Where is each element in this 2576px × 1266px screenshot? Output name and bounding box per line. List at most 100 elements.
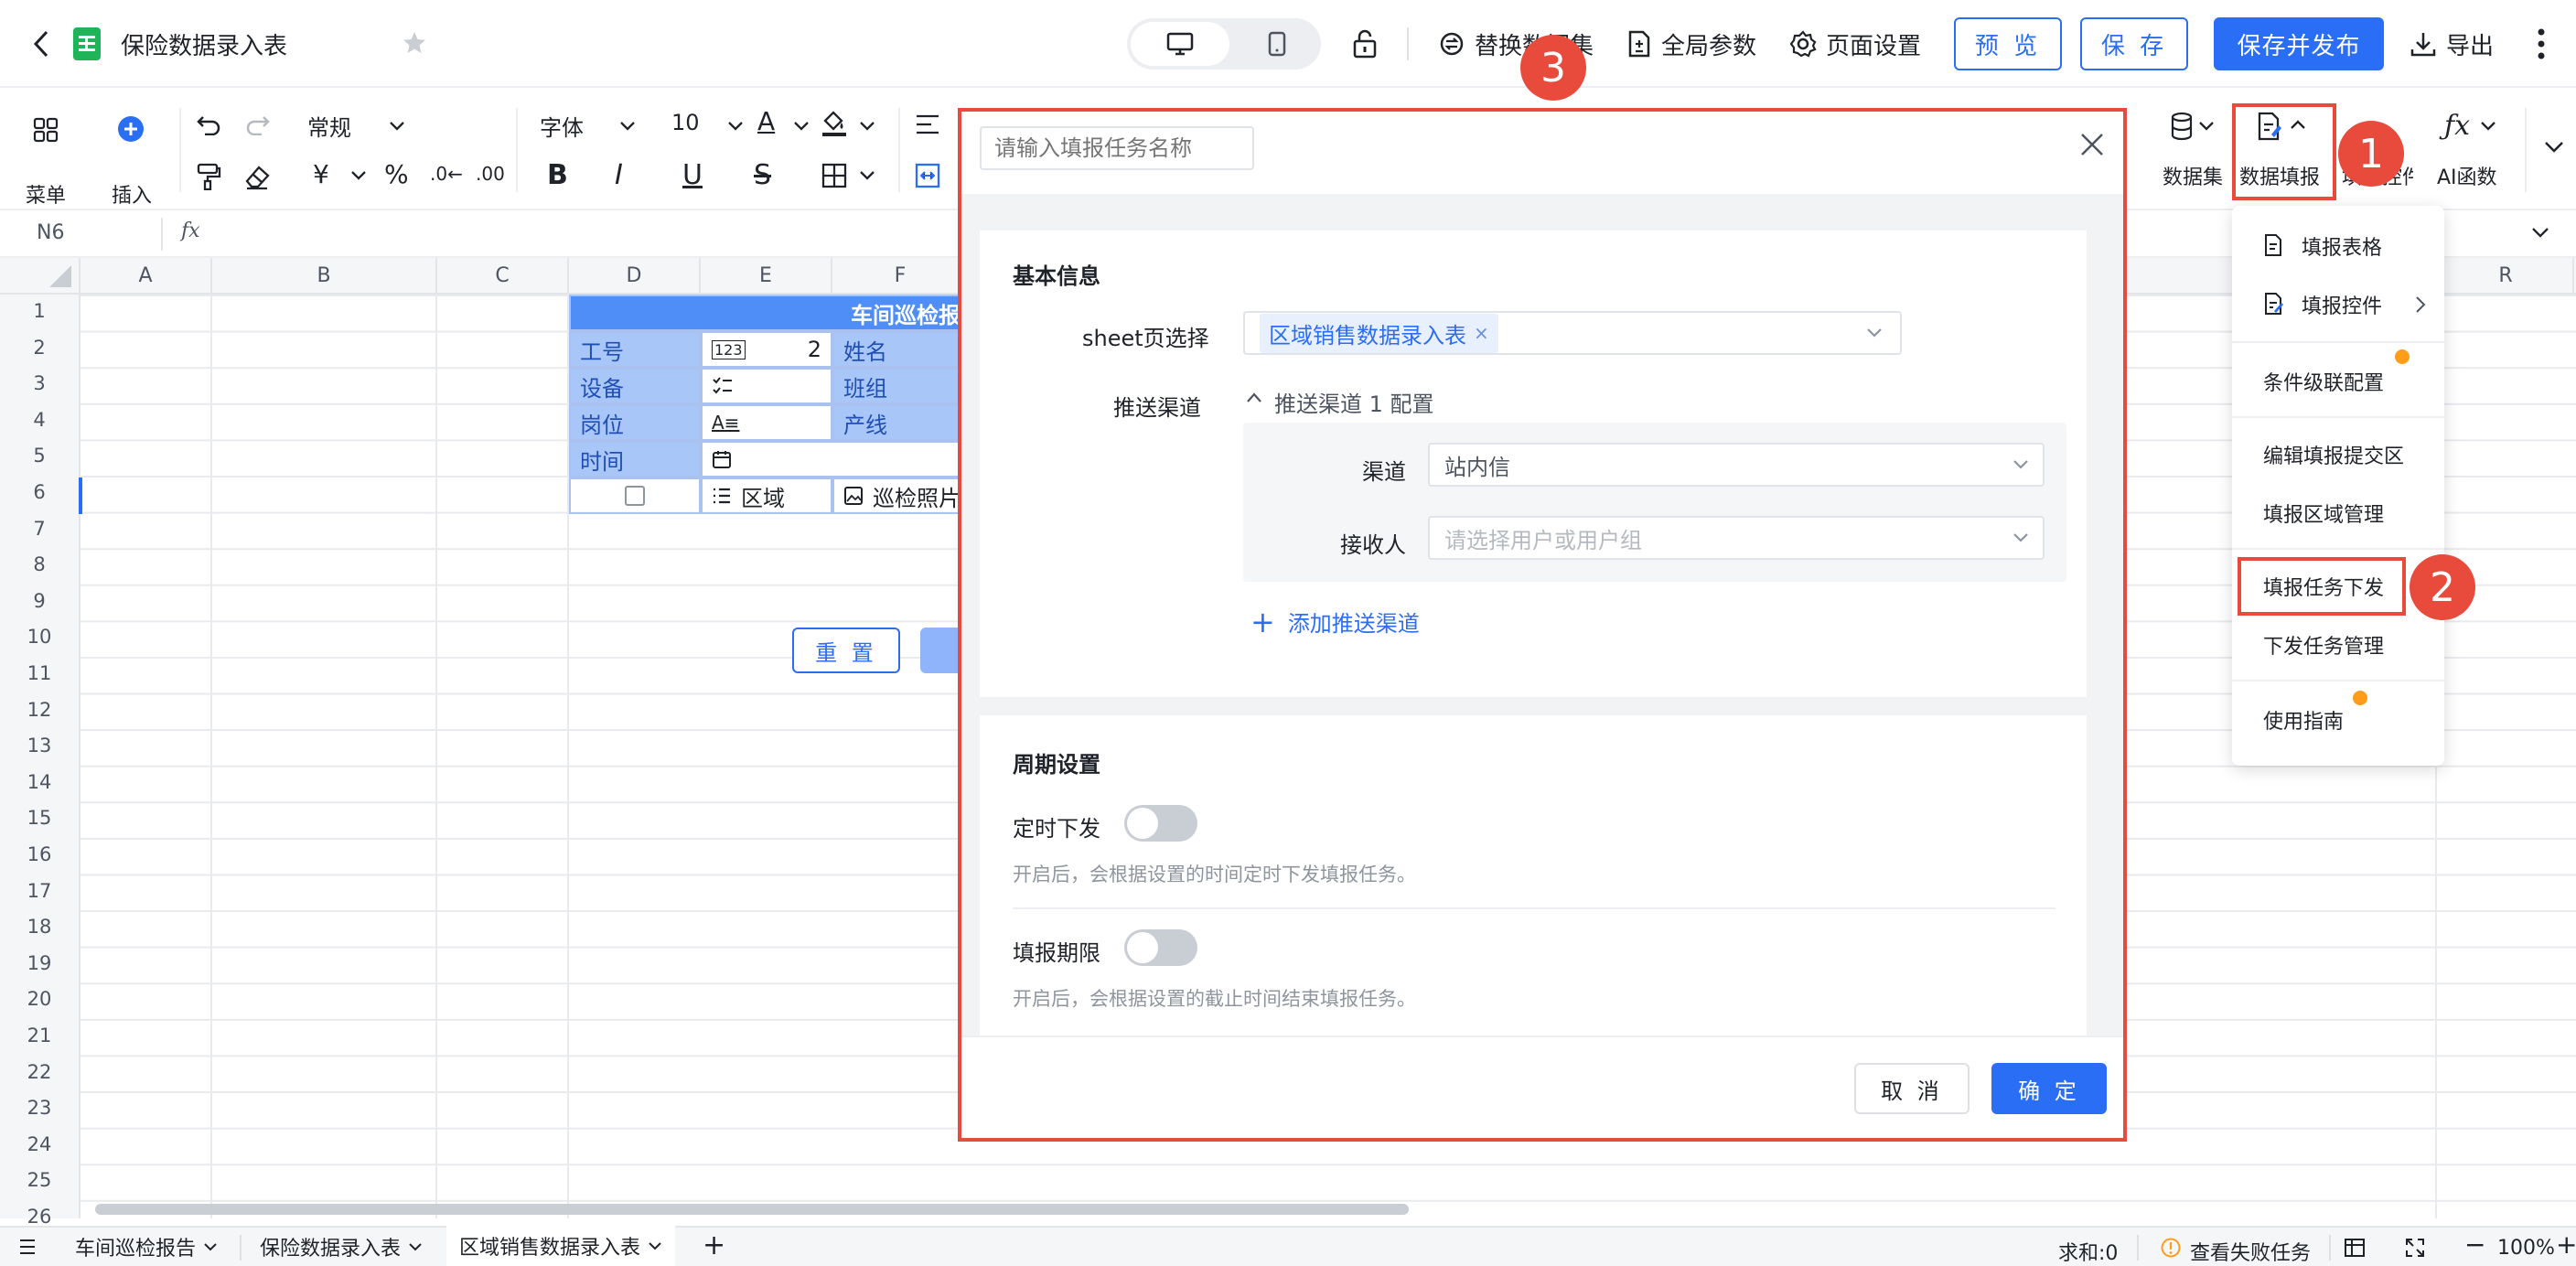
export-button[interactable]: 导出 <box>2410 24 2494 64</box>
column-header-r[interactable]: R <box>2437 258 2574 295</box>
confirm-button[interactable]: 确 定 <box>1991 1063 2107 1114</box>
select-all-corner[interactable] <box>0 258 80 295</box>
add-sheet-icon[interactable]: + <box>703 1229 725 1261</box>
label-cell[interactable]: 岗位 <box>569 404 701 441</box>
dataset-label[interactable]: 数据集 <box>2163 161 2223 190</box>
insert-button[interactable]: 插入 <box>108 108 156 208</box>
currency-icon[interactable]: ¥ <box>313 159 329 189</box>
font-size-select[interactable]: 10 <box>671 110 700 135</box>
align-icon[interactable] <box>915 113 940 135</box>
chevron-down-icon[interactable] <box>2479 121 2497 132</box>
row-header[interactable]: 1 <box>0 293 79 329</box>
page-settings-button[interactable]: 页面设置 <box>1789 24 1921 64</box>
sheet-list-icon[interactable] <box>18 1239 37 1255</box>
region-cell[interactable]: 区域 <box>701 477 832 514</box>
zoom-in-icon[interactable]: + <box>2556 1229 2576 1260</box>
save-button[interactable]: 保 存 <box>2080 17 2188 70</box>
zoom-level[interactable]: 100% <box>2497 1237 2555 1260</box>
strikethrough-icon[interactable]: S <box>754 159 771 191</box>
row-header[interactable]: 5 <box>0 437 79 474</box>
chevron-down-icon[interactable] <box>792 121 810 132</box>
eraser-icon[interactable] <box>243 163 271 190</box>
checklist-cell[interactable] <box>701 368 832 404</box>
row-header[interactable]: 24 <box>0 1126 79 1163</box>
chevron-down-icon[interactable] <box>618 121 637 132</box>
row-header[interactable]: 13 <box>0 727 79 764</box>
column-header-f[interactable]: F <box>832 258 970 295</box>
horizontal-scrollbar[interactable] <box>95 1204 1409 1215</box>
row-header[interactable]: 11 <box>0 655 79 692</box>
remove-tag-icon[interactable]: × <box>1474 322 1489 344</box>
row-header[interactable]: 17 <box>0 873 79 909</box>
preview-button[interactable]: 预 览 <box>1954 17 2062 70</box>
row-header[interactable]: 4 <box>0 402 79 438</box>
label-cell[interactable]: 时间 <box>569 441 701 477</box>
photo-cell[interactable]: 巡检照片 <box>832 477 970 514</box>
dataset-icon[interactable] <box>2170 112 2194 141</box>
submit-button-partial[interactable] <box>920 628 961 673</box>
label-cell[interactable]: 工号 <box>569 331 701 368</box>
chevron-down-icon[interactable] <box>2197 121 2216 132</box>
save-publish-button[interactable]: 保存并发布 <box>2214 17 2384 70</box>
row-header[interactable]: 20 <box>0 981 79 1017</box>
row-header[interactable]: 15 <box>0 799 79 836</box>
row-header[interactable]: 16 <box>0 836 79 873</box>
menu-item-task-management[interactable]: 下发任务管理 <box>2263 630 2384 660</box>
row-header[interactable]: 6 <box>0 474 79 510</box>
ai-function-label[interactable]: AI函数 <box>2437 161 2497 190</box>
ai-function-icon[interactable]: ƒx <box>2444 110 2470 142</box>
mobile-view-button[interactable] <box>1237 22 1317 66</box>
row-header[interactable]: 10 <box>0 618 79 655</box>
sheet-select[interactable]: 区域销售数据录入表 × <box>1243 311 1902 355</box>
report-banner[interactable]: 车间巡检报 <box>569 295 971 331</box>
column-header-a[interactable]: A <box>80 258 212 295</box>
row-header[interactable]: 22 <box>0 1054 79 1090</box>
more-icon[interactable] <box>2536 26 2547 62</box>
row-header[interactable]: 21 <box>0 1017 79 1054</box>
row-header[interactable]: 3 <box>0 365 79 402</box>
row-header[interactable]: 12 <box>0 692 79 728</box>
row-header[interactable]: 9 <box>0 583 79 619</box>
cancel-button[interactable]: 取 消 <box>1854 1063 1970 1114</box>
number-format-select[interactable]: 常规 <box>307 110 351 142</box>
menu-item-fill-table[interactable]: 填报表格 <box>2302 231 2382 261</box>
channel-select[interactable]: 站内信 <box>1428 443 2045 487</box>
label-cell[interactable]: 班组 <box>832 368 970 404</box>
chevron-up-icon[interactable] <box>1245 392 1263 404</box>
increase-decimal-icon[interactable]: .00 <box>476 163 505 185</box>
decrease-decimal-icon[interactable]: .0← <box>430 163 463 185</box>
number-input-cell[interactable]: 123 2 <box>701 331 832 368</box>
merge-cells-icon[interactable] <box>915 163 940 188</box>
menu-item-user-guide[interactable]: 使用指南 <box>2263 705 2344 735</box>
text-select-cell[interactable]: A≡ <box>701 404 832 441</box>
sheet-tab-active[interactable]: 区域销售数据录入表 <box>446 1226 676 1266</box>
channel-group-title[interactable]: 推送渠道 1 配置 <box>1274 386 1434 418</box>
date-cell[interactable] <box>701 441 970 477</box>
font-family-select[interactable]: 字体 <box>540 110 584 142</box>
chevron-down-icon[interactable] <box>726 121 745 132</box>
menu-item-cascade-config[interactable]: 条件级联配置 <box>2263 367 2384 396</box>
chevron-down-icon[interactable] <box>349 170 368 181</box>
chevron-down-icon[interactable] <box>858 170 876 181</box>
font-color-icon[interactable]: A <box>757 106 775 136</box>
task-name-input[interactable] <box>980 126 1254 170</box>
fullscreen-icon[interactable] <box>2404 1237 2426 1259</box>
cell-reference[interactable]: N6 <box>37 221 64 244</box>
fill-color-icon[interactable] <box>820 108 849 137</box>
recipient-select[interactable]: 请选择用户或用户组 <box>1428 516 2045 560</box>
checkbox-cell[interactable] <box>569 477 701 514</box>
underline-icon[interactable]: U <box>682 159 703 191</box>
checkbox[interactable] <box>625 486 645 506</box>
chevron-down-icon[interactable] <box>2530 227 2550 240</box>
row-header[interactable]: 2 <box>0 329 79 366</box>
column-header-d[interactable]: D <box>569 258 701 295</box>
italic-icon[interactable]: I <box>615 159 623 191</box>
close-icon[interactable] <box>2079 132 2105 157</box>
menu-button[interactable]: 菜单 <box>22 108 70 208</box>
freeze-icon[interactable] <box>2344 1237 2366 1259</box>
format-painter-icon[interactable] <box>196 163 221 190</box>
label-cell[interactable]: 产线 <box>832 404 970 441</box>
back-icon[interactable] <box>27 27 55 60</box>
chevron-down-icon[interactable] <box>388 121 406 132</box>
desktop-view-button[interactable] <box>1131 22 1229 66</box>
